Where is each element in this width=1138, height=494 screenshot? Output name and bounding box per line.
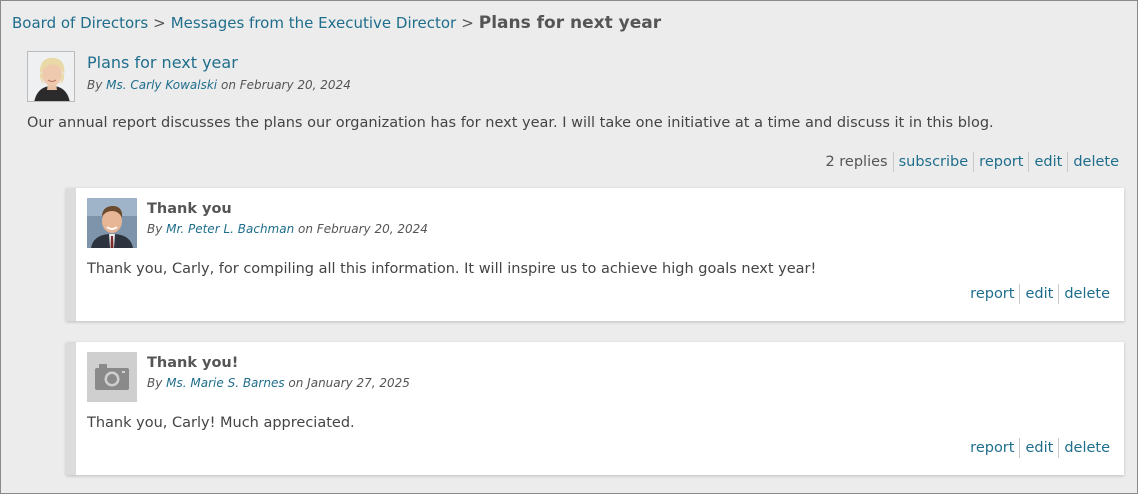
page-frame: Board of Directors > Messages from the Exe… [0, 0, 1138, 494]
post-byline: By Ms. Carly Kowalski on February 20, 20… [87, 77, 351, 93]
reply-actions: report edit delete [970, 284, 1110, 304]
reply-date: on February 20, 2024 [298, 222, 428, 236]
reply-date: on January 27, 2025 [288, 376, 410, 390]
author-avatar[interactable] [27, 51, 75, 102]
reply-body: Thank you, Carly! Much appreciated. [87, 415, 355, 431]
reply-title: Thank you! [147, 355, 239, 371]
reply-card: Thank you By Mr. Peter L. Bachman on Feb… [66, 188, 1124, 321]
portrait-icon [28, 52, 74, 101]
post-body: Our annual report discusses the plans ou… [27, 115, 994, 131]
breadcrumb-current: Plans for next year [478, 13, 662, 33]
post-author-link[interactable]: Ms. Carly Kowalski [106, 78, 217, 92]
camera-placeholder-icon [87, 352, 137, 402]
edit-link[interactable]: edit [1025, 286, 1053, 302]
edit-link[interactable]: edit [1034, 154, 1062, 170]
breadcrumb-link-messages[interactable]: Messages from the Executive Director [171, 14, 456, 32]
replies-count: 2 replies [825, 154, 888, 170]
report-link[interactable]: report [979, 154, 1023, 170]
report-link[interactable]: report [970, 286, 1014, 302]
portrait-icon [87, 198, 137, 248]
reply-card: Thank you! By Ms. Marie S. Barnes on Jan… [66, 342, 1124, 475]
report-link[interactable]: report [970, 440, 1014, 456]
byline-prefix: By [147, 222, 163, 236]
delete-link[interactable]: delete [1064, 440, 1110, 456]
delete-link[interactable]: delete [1064, 286, 1110, 302]
subscribe-link[interactable]: subscribe [899, 154, 969, 170]
byline-prefix: By [87, 78, 103, 92]
delete-link[interactable]: delete [1073, 154, 1119, 170]
reply-author-avatar[interactable] [87, 352, 137, 402]
byline-prefix: By [147, 376, 163, 390]
post-date: on February 20, 2024 [220, 78, 351, 92]
breadcrumb-separator: > [153, 14, 166, 32]
breadcrumb-link-board[interactable]: Board of Directors [12, 14, 148, 32]
breadcrumb: Board of Directors > Messages from the Exe… [12, 12, 661, 34]
reply-author-link[interactable]: Mr. Peter L. Bachman [166, 222, 294, 236]
reply-actions: report edit delete [970, 438, 1110, 458]
reply-byline: By Mr. Peter L. Bachman on February 20, … [147, 221, 428, 237]
post-actions: 2 replies subscribe report edit delete [825, 152, 1119, 172]
edit-link[interactable]: edit [1025, 440, 1053, 456]
reply-author-avatar[interactable] [87, 198, 137, 248]
reply-author-link[interactable]: Ms. Marie S. Barnes [166, 376, 284, 390]
breadcrumb-separator: > [461, 14, 474, 32]
reply-body: Thank you, Carly, for compiling all this… [87, 261, 817, 277]
reply-byline: By Ms. Marie S. Barnes on January 27, 20… [147, 375, 410, 391]
post-title[interactable]: Plans for next year [87, 52, 238, 74]
reply-title: Thank you [147, 201, 232, 217]
